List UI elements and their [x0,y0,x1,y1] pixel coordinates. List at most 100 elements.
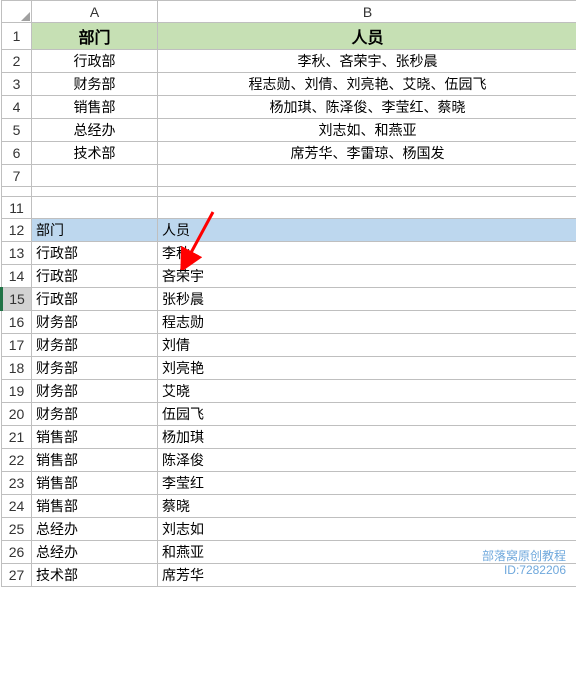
cell-B22[interactable]: 陈泽俊 [158,449,576,472]
row-head-18[interactable]: 18 [2,357,32,380]
cell-B23[interactable]: 李莹红 [158,472,576,495]
column-header-row: A B [2,1,576,23]
header-dept[interactable]: 部门 [32,23,158,50]
row-head-23[interactable]: 23 [2,472,32,495]
cell-B16[interactable]: 程志勋 [158,311,576,334]
row-18: 18财务部刘亮艳 [2,357,576,380]
row-head-24[interactable]: 24 [2,495,32,518]
row-27: 27技术部席芳华 [2,564,576,587]
cell-B3[interactable]: 程志勋、刘倩、刘亮艳、艾晓、伍园飞 [158,73,576,96]
cell-B14[interactable]: 吝荣宇 [158,265,576,288]
row-2: 2 行政部 李秋、吝荣宇、张秒晨 [2,50,576,73]
row-4: 4 销售部 杨加琪、陈泽俊、李莹红、蔡晓 [2,96,576,119]
row-24: 24销售部蔡晓 [2,495,576,518]
cell-B17[interactable]: 刘倩 [158,334,576,357]
row-23: 23销售部李莹红 [2,472,576,495]
row-25: 25总经办刘志如 [2,518,576,541]
cell-B19[interactable]: 艾晓 [158,380,576,403]
cell-B2[interactable]: 李秋、吝荣宇、张秒晨 [158,50,576,73]
cell-A23[interactable]: 销售部 [32,472,158,495]
row-3: 3 财务部 程志勋、刘倩、刘亮艳、艾晓、伍园飞 [2,73,576,96]
row-head-14[interactable]: 14 [2,265,32,288]
hidden-rows-gap [2,187,576,197]
row-head-22[interactable]: 22 [2,449,32,472]
cell-A15[interactable]: 行政部 [32,288,158,311]
row-head-15[interactable]: 15 [2,288,32,311]
cell-A24[interactable]: 销售部 [32,495,158,518]
row-head-4[interactable]: 4 [2,96,32,119]
cell-B25[interactable]: 刘志如 [158,518,576,541]
row-head-12[interactable]: 12 [2,219,32,242]
row-12: 12 部门 人员 [2,219,576,242]
cell-A11[interactable] [32,197,158,219]
cell-A17[interactable]: 财务部 [32,334,158,357]
cell-A20[interactable]: 财务部 [32,403,158,426]
row-head-19[interactable]: 19 [2,380,32,403]
cell-A2[interactable]: 行政部 [32,50,158,73]
row-head-2[interactable]: 2 [2,50,32,73]
select-all-corner[interactable] [2,1,32,23]
row-head-7[interactable]: 7 [2,165,32,187]
cell-B27[interactable]: 席芳华 [158,564,576,587]
row-11: 11 [2,197,576,219]
subheader-dept[interactable]: 部门 [32,219,158,242]
row-6: 6 技术部 席芳华、李雷琼、杨国发 [2,142,576,165]
cell-A26[interactable]: 总经办 [32,541,158,564]
cell-A21[interactable]: 销售部 [32,426,158,449]
col-header-B[interactable]: B [158,1,576,23]
row-22: 22销售部陈泽俊 [2,449,576,472]
row-head-16[interactable]: 16 [2,311,32,334]
cell-A3[interactable]: 财务部 [32,73,158,96]
cell-A18[interactable]: 财务部 [32,357,158,380]
row-1: 1 部门 人员 [2,23,576,50]
cell-A6[interactable]: 技术部 [32,142,158,165]
row-head-1[interactable]: 1 [2,23,32,50]
row-head-3[interactable]: 3 [2,73,32,96]
row-head-6[interactable]: 6 [2,142,32,165]
row-head-17[interactable]: 17 [2,334,32,357]
cell-B20[interactable]: 伍园飞 [158,403,576,426]
cell-B13[interactable]: 李秋 [158,242,576,265]
cell-B15[interactable]: 张秒晨 [158,288,576,311]
cell-A25[interactable]: 总经办 [32,518,158,541]
row-head-25[interactable]: 25 [2,518,32,541]
cell-B7[interactable] [158,165,576,187]
row-5: 5 总经办 刘志如、和燕亚 [2,119,576,142]
cell-A16[interactable]: 财务部 [32,311,158,334]
cell-B24[interactable]: 蔡晓 [158,495,576,518]
cell-B11[interactable] [158,197,576,219]
cell-A7[interactable] [32,165,158,187]
cell-A14[interactable]: 行政部 [32,265,158,288]
row-head-26[interactable]: 26 [2,541,32,564]
row-head-27[interactable]: 27 [2,564,32,587]
row-19: 19财务部艾晓 [2,380,576,403]
row-head-20[interactable]: 20 [2,403,32,426]
row-head-13[interactable]: 13 [2,242,32,265]
col-header-A[interactable]: A [32,1,158,23]
subheader-person[interactable]: 人员 [158,219,576,242]
row-16: 16财务部程志勋 [2,311,576,334]
cell-A19[interactable]: 财务部 [32,380,158,403]
cell-A22[interactable]: 销售部 [32,449,158,472]
header-person[interactable]: 人员 [158,23,576,50]
row-20: 20财务部伍园飞 [2,403,576,426]
row-head-21[interactable]: 21 [2,426,32,449]
row-26: 26总经办和燕亚 [2,541,576,564]
cell-B6[interactable]: 席芳华、李雷琼、杨国发 [158,142,576,165]
cell-A4[interactable]: 销售部 [32,96,158,119]
row-head-5[interactable]: 5 [2,119,32,142]
cell-A5[interactable]: 总经办 [32,119,158,142]
cell-B4[interactable]: 杨加琪、陈泽俊、李莹红、蔡晓 [158,96,576,119]
cell-B5[interactable]: 刘志如、和燕亚 [158,119,576,142]
spreadsheet: A B 1 部门 人员 2 行政部 李秋、吝荣宇、张秒晨 3 财务部 程志勋、刘… [0,0,576,587]
row-7: 7 [2,165,576,187]
row-21: 21销售部杨加琪 [2,426,576,449]
cell-A27[interactable]: 技术部 [32,564,158,587]
cell-A13[interactable]: 行政部 [32,242,158,265]
row-15: 15行政部张秒晨 [2,288,576,311]
cell-B18[interactable]: 刘亮艳 [158,357,576,380]
row-head-11[interactable]: 11 [2,197,32,219]
cell-B26[interactable]: 和燕亚 [158,541,576,564]
cell-B21[interactable]: 杨加琪 [158,426,576,449]
row-17: 17财务部刘倩 [2,334,576,357]
